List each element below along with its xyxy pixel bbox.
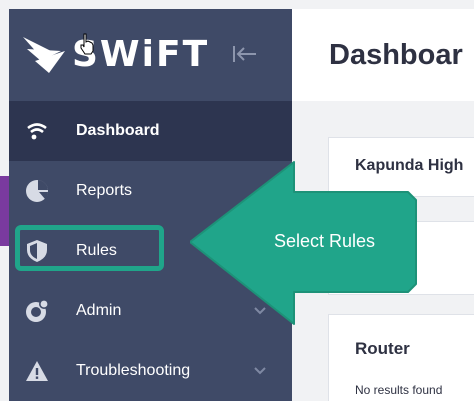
- empty-results-text: No results found: [355, 383, 443, 397]
- sidebar-item-label: Rules: [76, 242, 117, 259]
- side-accent-strip: [0, 176, 9, 246]
- swift-bird-logo-icon: [23, 37, 65, 73]
- collapse-left-icon[interactable]: [231, 43, 259, 65]
- mouse-hand-cursor-icon: [80, 33, 94, 55]
- sidebar-item-troubleshooting[interactable]: Troubleshooting: [9, 341, 292, 401]
- chevron-down-icon: [254, 367, 266, 375]
- sidebar-item-label: Troubleshooting: [76, 362, 191, 379]
- main-header: Dashboar: [292, 9, 474, 101]
- wifi-icon: [27, 123, 47, 140]
- brand-header: SWiFT: [9, 9, 292, 101]
- sidebar-item-label: Reports: [76, 182, 133, 199]
- warning-icon: [26, 361, 48, 381]
- sidebar-item-label: Admin: [76, 302, 122, 319]
- pie-chart-icon: [26, 180, 48, 202]
- admin-gear-icon: [26, 299, 49, 322]
- card-title: Router: [355, 339, 410, 358]
- page-title: Dashboar: [329, 39, 463, 71]
- shield-icon: [27, 240, 47, 262]
- sidebar-item-label: Dashboard: [76, 122, 160, 139]
- router-card: Router No results found: [328, 314, 474, 401]
- sidebar-item-dashboard[interactable]: Dashboard: [9, 101, 292, 161]
- callout-label: Select Rules: [274, 231, 376, 251]
